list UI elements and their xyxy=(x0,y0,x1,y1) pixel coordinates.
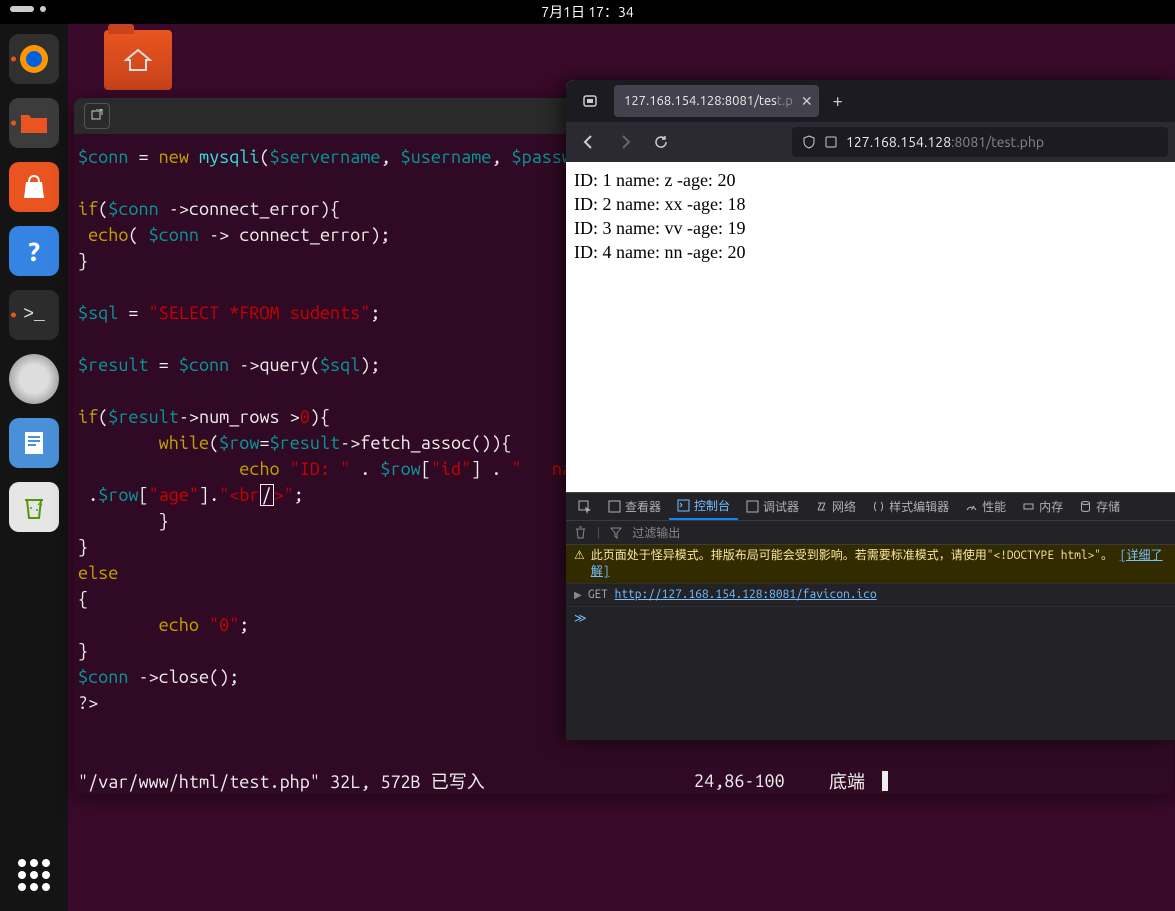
desktop: z@z: /etc/init.d $conn = new mysqli($ser… xyxy=(68,24,1175,911)
shopping-bag-icon xyxy=(21,174,47,200)
filter-input[interactable]: 过滤输出 xyxy=(632,524,680,541)
devtools-picker-button[interactable] xyxy=(570,493,600,520)
url-bar[interactable]: 127.168.154.128:8081/test.php xyxy=(792,127,1168,157)
browser-toolbar: 127.168.154.128:8081/test.php xyxy=(566,122,1175,162)
help-icon: ? xyxy=(27,237,42,266)
console-messages: ⚠ 此页面处于怪异模式。排版布局可能会受到影响。若需要标准模式，请使用"<!DO… xyxy=(566,545,1175,740)
tab-performance[interactable]: 性能 xyxy=(957,493,1014,520)
tab-storage[interactable]: 存储 xyxy=(1071,493,1128,520)
funnel-icon xyxy=(610,527,622,539)
text-editor-launcher[interactable] xyxy=(9,418,59,468)
forward-button[interactable] xyxy=(610,127,640,157)
files-launcher[interactable] xyxy=(9,98,59,148)
debugger-icon xyxy=(746,500,759,513)
console-icon xyxy=(677,499,690,512)
storage-icon xyxy=(1079,500,1092,513)
vim-scroll-indicator: 底端 xyxy=(829,768,865,794)
shield-icon[interactable] xyxy=(802,135,816,149)
trash-icon xyxy=(574,526,587,539)
recent-pages-icon xyxy=(582,93,598,109)
terminal-launcher[interactable]: >_ xyxy=(9,290,59,340)
console-network-entry[interactable]: ▶ GET http://127.168.154.128:8081/favico… xyxy=(566,584,1175,607)
console-filter-bar: | 过滤输出 xyxy=(566,521,1175,545)
devtools-tabs: 查看器 控制台 调试器 网络 样式编辑器 xyxy=(566,493,1175,521)
house-icon xyxy=(124,48,152,72)
expand-icon[interactable]: ▶ xyxy=(574,587,582,603)
picker-icon xyxy=(578,500,592,514)
request-text: GET http://127.168.154.128:8081/favicon.… xyxy=(588,587,877,603)
document-icon xyxy=(21,430,47,456)
back-button[interactable] xyxy=(574,127,604,157)
filter-icon-button[interactable] xyxy=(610,527,622,539)
tab-memory[interactable]: 内存 xyxy=(1014,493,1071,520)
disk-launcher[interactable] xyxy=(9,354,59,404)
warning-icon: ⚠ xyxy=(574,548,585,564)
firefox-launcher[interactable] xyxy=(9,34,59,84)
tab-close-button[interactable]: ✕ xyxy=(801,93,813,110)
network-icon xyxy=(815,500,828,513)
folder-icon xyxy=(19,111,49,135)
new-tab-button[interactable]: + xyxy=(827,91,849,111)
show-applications-button[interactable] xyxy=(14,855,54,895)
vim-cursor-position: 24,86-100 xyxy=(694,771,785,791)
firefox-icon xyxy=(16,41,52,77)
new-tab-icon xyxy=(90,109,104,123)
help-launcher[interactable]: ? xyxy=(9,226,59,276)
terminal-icon: >_ xyxy=(23,305,45,325)
terminal-new-tab-button[interactable] xyxy=(84,103,110,129)
clear-console-button[interactable] xyxy=(574,526,587,539)
trash-launcher[interactable] xyxy=(9,482,59,532)
output-line: ID: 4 name: nn -age: 20 xyxy=(574,240,1168,264)
vim-status-line: "/var/www/html/test.php" 32L, 572B 已写入 2… xyxy=(74,768,1174,794)
inspector-icon xyxy=(608,500,621,513)
url-text: 127.168.154.128:8081/test.php xyxy=(846,134,1044,150)
firefox-window: 127.168.154.128:8081/test.p ✕ + 127.168.… xyxy=(566,80,1175,740)
devtools-panel: 查看器 控制台 调试器 网络 样式编辑器 xyxy=(566,492,1175,740)
clock[interactable]: 7月1日 17：34 xyxy=(541,2,634,22)
reload-icon xyxy=(653,134,669,150)
page-content: ID: 1 name: z -age: 20 ID: 2 name: xx -a… xyxy=(566,162,1175,492)
console-prompt[interactable]: ≫ xyxy=(566,607,1175,629)
vim-file-status: "/var/www/html/test.php" 32L, 572B 已写入 xyxy=(78,768,485,794)
browser-tab-bar: 127.168.154.128:8081/test.p ✕ + xyxy=(566,80,1175,122)
warning-text: 此页面处于怪异模式。排版布局可能会受到影响。若需要标准模式，请使用"<!DOCT… xyxy=(591,548,1168,580)
console-warning[interactable]: ⚠ 此页面处于怪异模式。排版布局可能会受到影响。若需要标准模式，请使用"<!DO… xyxy=(566,545,1175,584)
performance-icon xyxy=(965,500,978,513)
reload-button[interactable] xyxy=(646,127,676,157)
software-store-launcher[interactable] xyxy=(9,162,59,212)
memory-icon xyxy=(1022,500,1035,513)
style-icon xyxy=(872,500,885,513)
tab-inspector[interactable]: 查看器 xyxy=(600,493,669,520)
system-topbar: 7月1日 17：34 xyxy=(0,0,1175,24)
home-folder-icon[interactable] xyxy=(104,30,172,90)
activities-indicator[interactable] xyxy=(10,6,46,12)
tab-style-editor[interactable]: 样式编辑器 xyxy=(864,493,957,520)
terminal-scrollbar-thumb[interactable] xyxy=(882,771,888,791)
tab-debugger[interactable]: 调试器 xyxy=(738,493,807,520)
recent-pages-button[interactable] xyxy=(574,87,606,115)
output-line: ID: 3 name: vv -age: 19 xyxy=(574,216,1168,240)
tab-console[interactable]: 控制台 xyxy=(669,493,738,520)
forward-icon xyxy=(617,134,633,150)
tab-network[interactable]: 网络 xyxy=(807,493,864,520)
browser-tab[interactable]: 127.168.154.128:8081/test.p ✕ xyxy=(614,85,819,117)
launcher-dock: ? >_ xyxy=(0,24,68,911)
output-line: ID: 1 name: z -age: 20 xyxy=(574,168,1168,192)
back-icon xyxy=(581,134,597,150)
site-info-icon[interactable] xyxy=(824,135,838,149)
output-line: ID: 2 name: xx -age: 18 xyxy=(574,192,1168,216)
trash-icon xyxy=(22,494,46,520)
tab-title: 127.168.154.128:8081/test.p xyxy=(624,94,793,108)
